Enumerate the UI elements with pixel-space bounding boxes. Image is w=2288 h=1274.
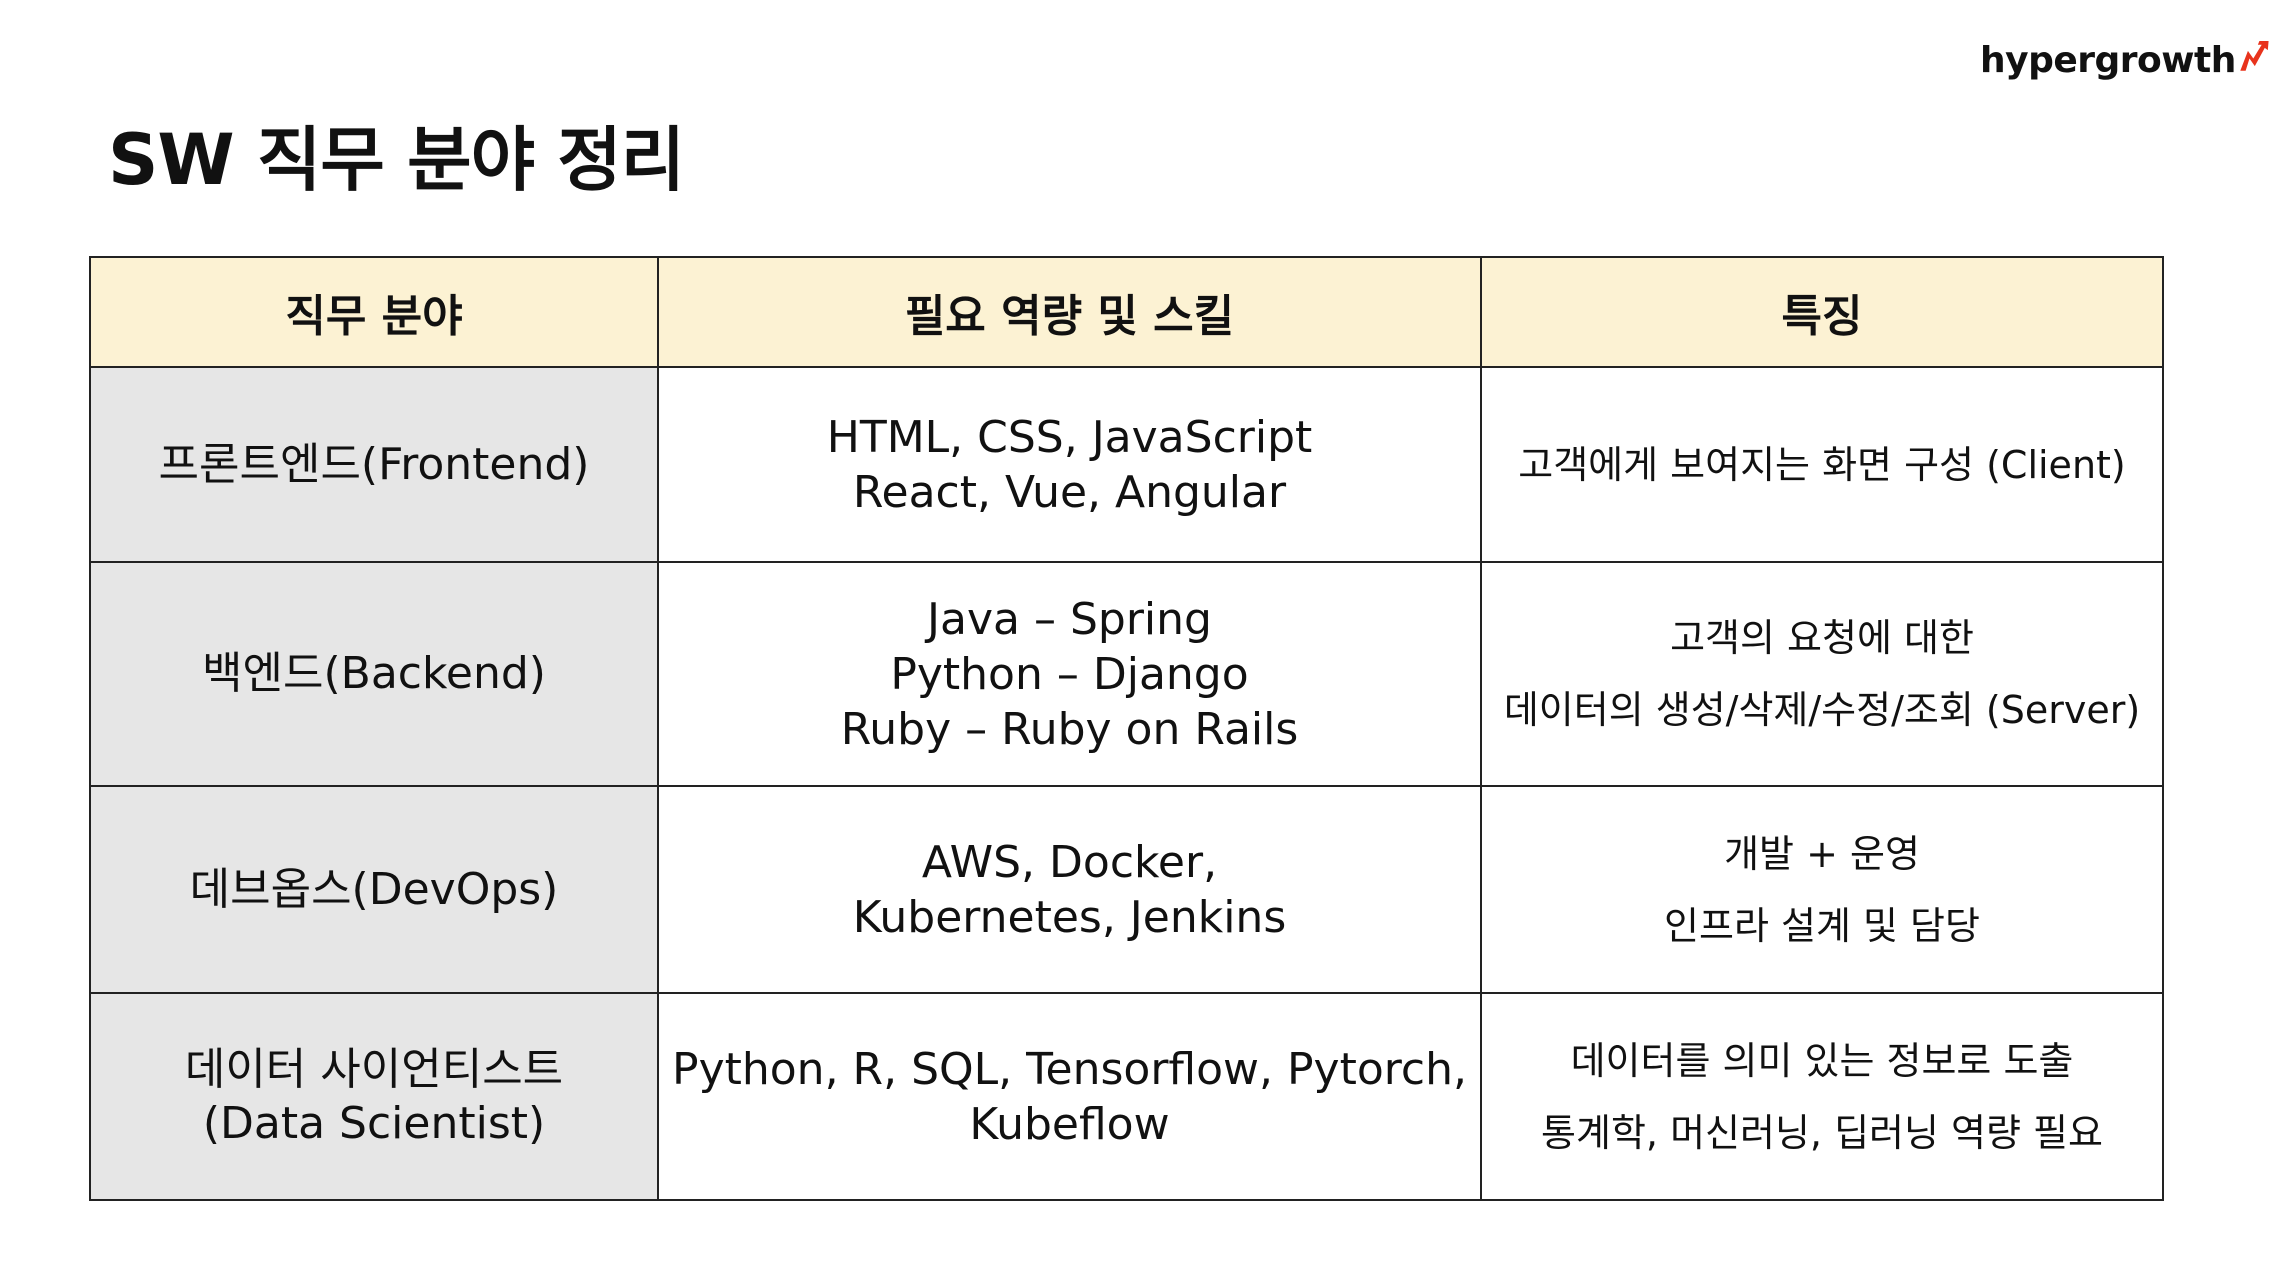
role-cell: 백엔드(Backend) — [89, 561, 659, 787]
role-cell: 프론트엔드(Frontend) — [89, 366, 659, 563]
table-row: 데이터 사이언티스트 (Data Scientist) Python, R, S… — [89, 992, 2164, 1201]
table-row: 프론트엔드(Frontend) HTML, CSS, JavaScript Re… — [89, 366, 2164, 563]
role-name: 데브옵스(DevOps) — [189, 863, 559, 915]
role-name: 프론트엔드(Frontend) — [158, 438, 590, 490]
note-line: 데이터의 생성/삭제/수정/조회 (Server) — [1503, 688, 2141, 732]
growth-arrow-icon — [2240, 40, 2269, 71]
skill-line: Ruby – Ruby on Rails — [840, 703, 1299, 755]
role-name: 백엔드(Backend) — [202, 648, 546, 699]
skills-cell: Python, R, SQL, Tensorflow, Pytorch, Kub… — [657, 992, 1482, 1201]
skills-cell: Java – Spring Python – Django Ruby – Rub… — [657, 561, 1482, 787]
note-line: 인프라 설계 및 담당 — [1664, 903, 1980, 948]
note-line: 고객의 요청에 대한 — [1670, 616, 1974, 660]
skill-line: AWS, Docker, — [921, 836, 1218, 888]
page-title: SW 직무 분야 정리 — [108, 119, 685, 201]
notes-cell: 개발 + 운영 인프라 설계 및 담당 — [1480, 785, 2164, 994]
header-skills: 필요 역량 및 스킬 — [657, 256, 1482, 368]
note-line: 고객에게 보여지는 화면 구성 (Client) — [1518, 442, 2126, 487]
role-name-english: (Data Scientist) — [202, 1097, 546, 1149]
skill-line: Kubeflow — [969, 1098, 1170, 1150]
note-line: 데이터를 의미 있는 정보로 도출 — [1570, 1038, 2074, 1083]
role-cell: 데브옵스(DevOps) — [89, 785, 659, 994]
skills-cell: HTML, CSS, JavaScript React, Vue, Angula… — [657, 366, 1482, 563]
skill-line: Python – Django — [890, 648, 1249, 700]
role-name: 데이터 사이언티스트 — [184, 1043, 564, 1095]
notes-cell: 고객에게 보여지는 화면 구성 (Client) — [1480, 366, 2164, 563]
note-line: 개발 + 운영 — [1724, 831, 1920, 876]
skill-line: Java – Spring — [927, 593, 1212, 645]
header-job-field: 직무 분야 — [89, 256, 659, 368]
skill-line: Python, R, SQL, Tensorflow, Pytorch, — [672, 1043, 1467, 1095]
skills-cell: AWS, Docker, Kubernetes, Jenkins — [657, 785, 1482, 994]
brand-logo: hypergrowth — [1980, 28, 2270, 92]
role-cell: 데이터 사이언티스트 (Data Scientist) — [89, 992, 659, 1201]
notes-cell: 데이터를 의미 있는 정보로 도출 통계학, 머신러닝, 딥러닝 역량 필요 — [1480, 992, 2164, 1201]
table-row: 데브옵스(DevOps) AWS, Docker, Kubernetes, Je… — [89, 785, 2164, 994]
table-row: 백엔드(Backend) Java – Spring Python – Djan… — [89, 561, 2164, 787]
header-characteristics: 특징 — [1480, 256, 2164, 368]
job-fields-table: 직무 분야 필요 역량 및 스킬 특징 프론트엔드(Frontend) HTML… — [89, 256, 2164, 1201]
skill-line: Kubernetes, Jenkins — [852, 891, 1287, 943]
table-header-row: 직무 분야 필요 역량 및 스킬 특징 — [89, 256, 2164, 368]
brand-name: hypergrowth — [1980, 39, 2236, 81]
note-line: 통계학, 머신러닝, 딥러닝 역량 필요 — [1541, 1110, 2103, 1155]
notes-cell: 고객의 요청에 대한 데이터의 생성/삭제/수정/조회 (Server) — [1480, 561, 2164, 787]
skill-line: React, Vue, Angular — [852, 466, 1287, 518]
skill-line: HTML, CSS, JavaScript — [826, 411, 1313, 463]
